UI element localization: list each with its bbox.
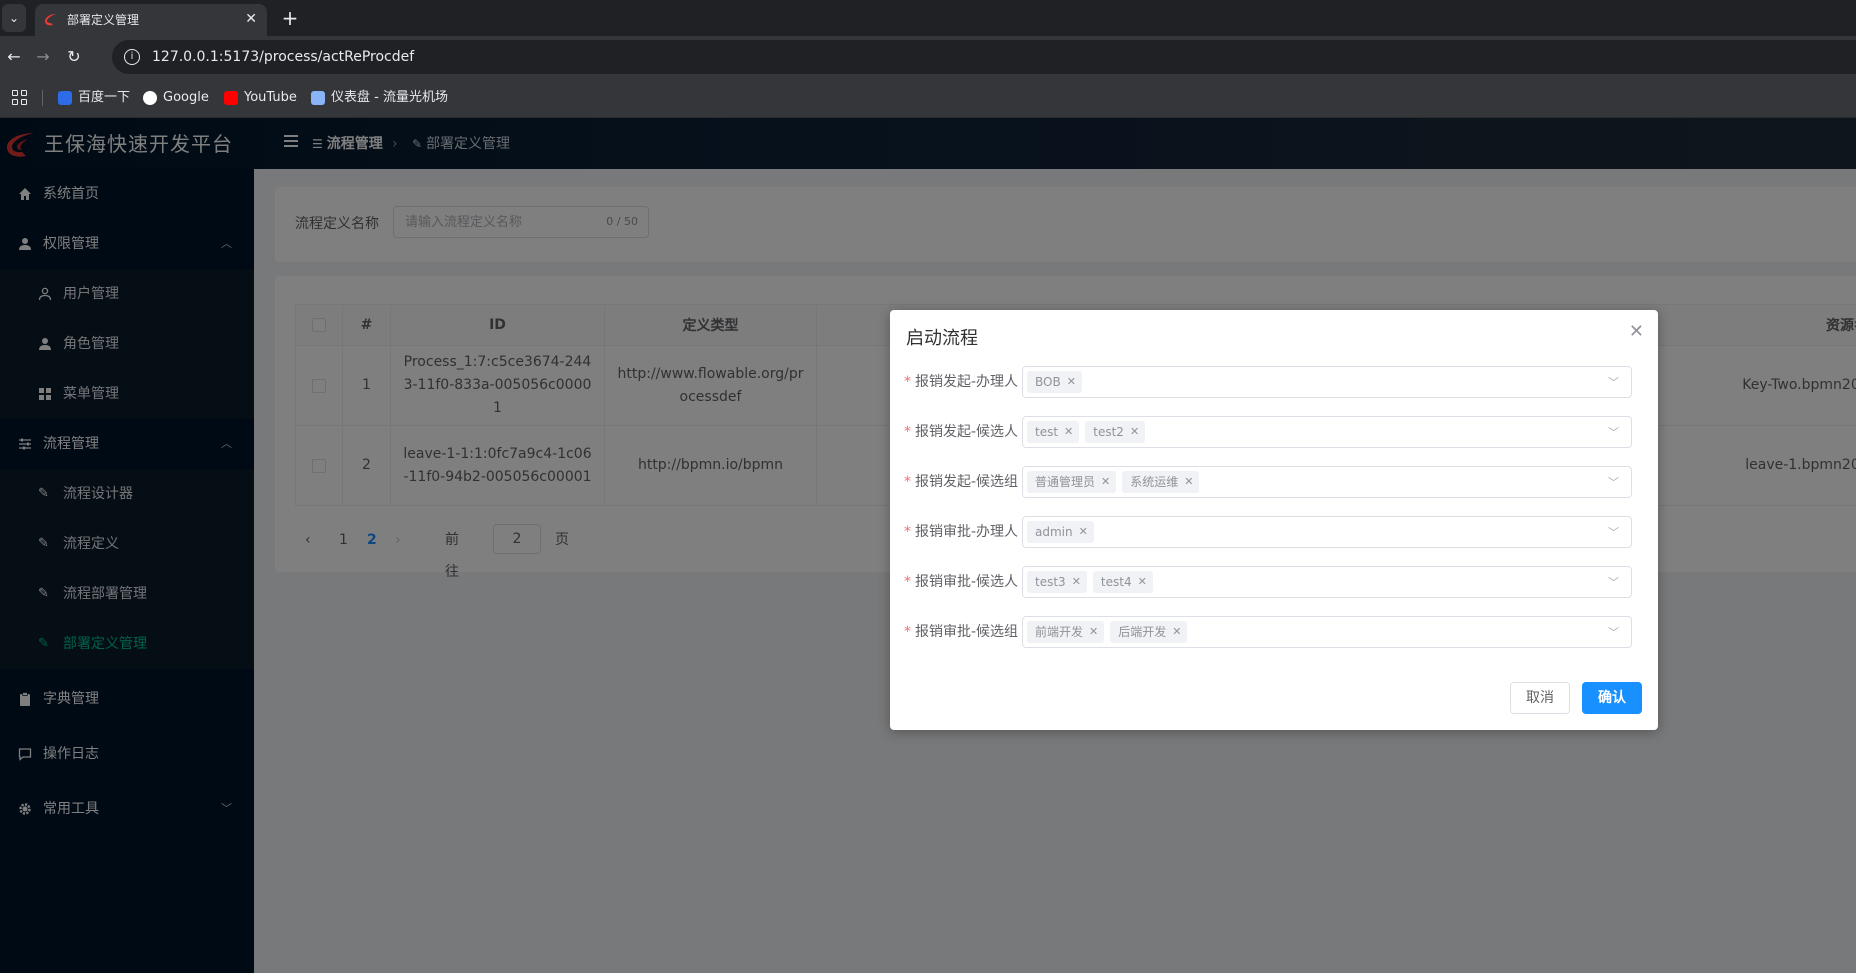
browser-tabbar: ⌄ 部署定义管理 ✕ + [0,0,1856,36]
chevron-down-icon: ﹀ [1608,626,1619,639]
form-label-text: 报销发起-候选人 [915,424,1019,440]
form-row: * 报销发起-候选组 普通管理员 ✕ 系统运维 ✕ ﹀ [904,466,1644,498]
select-tag: admin ✕ [1027,521,1094,543]
form-label: * 报销审批-办理人 [904,524,1019,540]
select-tag: test4 ✕ [1092,571,1153,593]
tag-label: BOB [1035,375,1061,389]
tag-close-icon[interactable]: ✕ [1130,421,1139,443]
back-icon[interactable]: ← [2,45,26,69]
form-label-text: 报销审批-候选组 [915,624,1019,640]
tag-close-icon[interactable]: ✕ [1101,471,1110,493]
tag-close-icon[interactable]: ✕ [1138,571,1147,593]
chevron-down-icon: ﹀ [1608,426,1619,439]
cancel-button[interactable]: 取消 [1510,682,1570,714]
google-icon [143,91,157,105]
modal-overlay-sidebar [0,169,254,973]
form-label: * 报销发起-候选人 [904,424,1019,440]
tag-label: test [1035,425,1059,439]
youtube-icon [224,91,238,105]
apps-grid-icon[interactable] [12,90,28,106]
browser-tab[interactable]: 部署定义管理 ✕ [35,4,267,36]
bookmark-dashboard[interactable]: 仪表盘 - 流量光机场 [311,89,448,107]
app-favicon-icon [45,14,56,26]
tag-close-icon[interactable]: ✕ [1067,371,1076,393]
tag-close-icon[interactable]: ✕ [1184,471,1193,493]
dashboard-icon [311,91,325,105]
tab-title: 部署定义管理 [67,13,140,27]
form-label-text: 报销发起-办理人 [915,374,1019,390]
tab-close-icon[interactable]: ✕ [245,11,257,27]
url-text: 127.0.0.1:5173/process/actReProcdef [152,49,415,65]
tag-label: test4 [1100,575,1132,589]
chevron-down-icon: ﹀ [1608,576,1619,589]
select-tag: test3 ✕ [1027,571,1087,593]
close-icon[interactable]: ✕ [1629,322,1644,342]
form-row: * 报销发起-候选人 test ✕ test2 ✕ ﹀ [904,416,1644,448]
address-bar[interactable]: i 127.0.0.1:5173/process/actReProcdef [112,40,1856,74]
site-info-icon[interactable]: i [124,49,140,65]
bookmark-label: Google [163,90,209,105]
assignee-select[interactable]: BOB ✕ ﹀ [1022,366,1632,398]
tag-label: 系统运维 [1130,475,1179,489]
tag-label: 普通管理员 [1035,475,1096,489]
bookmark-label: 百度一下 [78,90,131,105]
select-tag: 后端开发 ✕ [1110,621,1188,643]
tag-label: test2 [1093,425,1124,439]
reload-icon[interactable]: ↻ [62,45,86,69]
form-label: * 报销审批-候选组 [904,624,1019,640]
confirm-button[interactable]: 确认 [1582,682,1642,714]
form-label-text: 报销审批-办理人 [915,524,1019,540]
bookmarks-divider [42,90,43,106]
bookmark-label: 仪表盘 - 流量光机场 [331,90,448,105]
tag-label: 后端开发 [1118,625,1167,639]
approval-assignee-select[interactable]: admin ✕ ﹀ [1022,516,1632,548]
candidate-groups-select[interactable]: 普通管理员 ✕ 系统运维 ✕ ﹀ [1022,466,1632,498]
chevron-down-icon: ﹀ [1608,526,1619,539]
bookmarks-bar: 百度一下 Google YouTube 仪表盘 - 流量光机场 [0,78,1856,118]
tag-label: 前端开发 [1035,625,1084,639]
bookmark-baidu[interactable]: 百度一下 [58,89,130,107]
tab-list-chevron-icon[interactable]: ⌄ [2,4,26,32]
form-row: * 报销审批-候选组 前端开发 ✕ 后端开发 ✕ ﹀ [904,616,1644,648]
form-label: * 报销发起-办理人 [904,374,1019,390]
select-tag: test2 ✕ [1085,421,1146,443]
baidu-icon [58,91,72,105]
form-label: * 报销发起-候选组 [904,474,1019,490]
form-label-text: 报销发起-候选组 [915,474,1019,490]
candidate-users-select[interactable]: test ✕ test2 ✕ ﹀ [1022,416,1632,448]
form-label: * 报销审批-候选人 [904,574,1019,590]
select-tag: BOB ✕ [1027,371,1082,393]
bookmark-label: YouTube [244,90,297,105]
select-tag: 普通管理员 ✕ [1027,471,1117,493]
bookmark-youtube[interactable]: YouTube [224,89,297,107]
tag-close-icon[interactable]: ✕ [1089,621,1098,643]
approval-candidate-groups-select[interactable]: 前端开发 ✕ 后端开发 ✕ ﹀ [1022,616,1632,648]
new-tab-icon[interactable]: + [278,6,302,30]
select-tag: 前端开发 ✕ [1027,621,1105,643]
tag-label: admin [1035,525,1073,539]
bookmark-google[interactable]: Google [143,89,209,107]
form-row: * 报销审批-办理人 admin ✕ ﹀ [904,516,1644,548]
start-process-dialog: 启动流程 ✕ * 报销发起-办理人 BOB ✕ ﹀ * 报销发起-候选人 test ✕ … [890,310,1658,730]
tag-close-icon[interactable]: ✕ [1079,521,1088,543]
chevron-down-icon: ﹀ [1608,476,1619,489]
tag-close-icon[interactable]: ✕ [1072,571,1081,593]
select-tag: 系统运维 ✕ [1122,471,1200,493]
tag-close-icon[interactable]: ✕ [1064,421,1073,443]
dialog-title: 启动流程 [906,328,978,349]
tag-label: test3 [1035,575,1066,589]
form-row: * 报销审批-候选人 test3 ✕ test4 ✕ ﹀ [904,566,1644,598]
modal-overlay-header [0,118,1856,169]
forward-icon[interactable]: → [31,45,55,69]
chevron-down-icon: ﹀ [1608,376,1619,389]
tag-close-icon[interactable]: ✕ [1172,621,1181,643]
approval-candidate-users-select[interactable]: test3 ✕ test4 ✕ ﹀ [1022,566,1632,598]
form-row: * 报销发起-办理人 BOB ✕ ﹀ [904,366,1644,398]
browser-navbar: ← → ↻ i 127.0.0.1:5173/process/actReProc… [0,36,1856,78]
select-tag: test ✕ [1027,421,1080,443]
form-label-text: 报销审批-候选人 [915,574,1019,590]
